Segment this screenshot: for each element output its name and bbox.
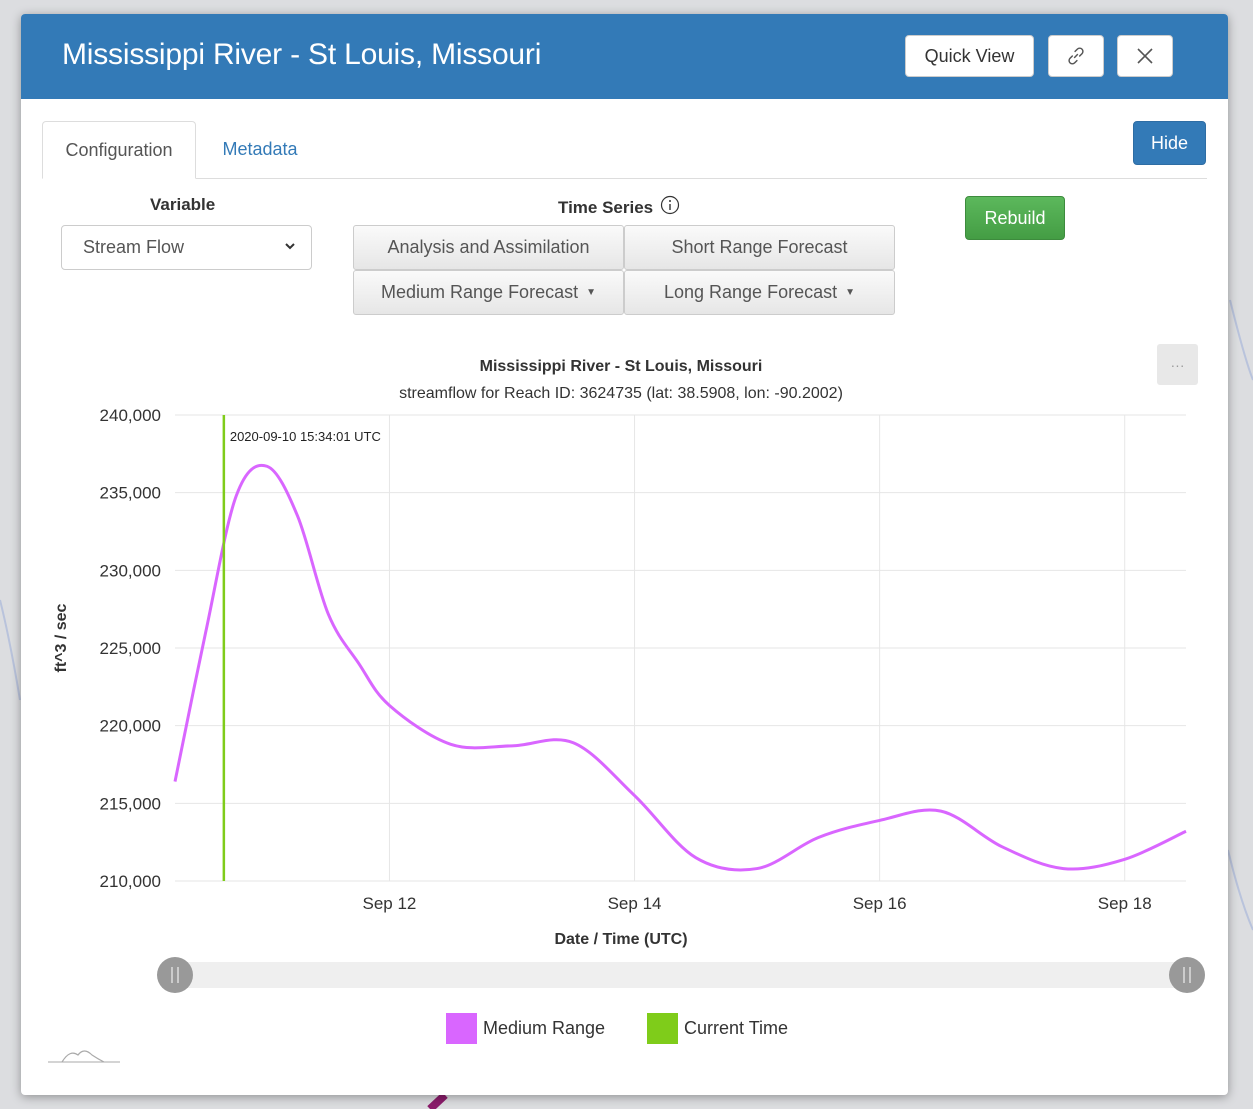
x-axis-ticks: Sep 12 Sep 14 Sep 16 Sep 18	[363, 894, 1152, 913]
y-tick-label: 220,000	[100, 717, 161, 736]
link-icon	[1068, 47, 1084, 65]
medium-range-label: Medium Range Forecast	[381, 282, 579, 302]
variable-select-value: Stream Flow	[83, 237, 185, 257]
x-tick-label: Sep 12	[363, 894, 417, 913]
modal-title: Mississippi River - St Louis, Missouri	[62, 38, 542, 71]
y-axis-ticks: 240,000 235,000 230,000 225,000 220,000 215,0…	[100, 406, 161, 891]
logo-icon	[48, 1050, 120, 1063]
y-tick-label: 230,000	[100, 561, 161, 580]
chart-grid	[175, 414, 1186, 882]
long-range-forecast-button[interactable]: Long Range Forecast ▼	[624, 270, 895, 315]
y-tick-label: 225,000	[100, 639, 161, 658]
y-tick-label: 240,000	[100, 406, 161, 425]
x-tick-label: Sep 18	[1098, 894, 1152, 913]
legend-swatch-current-time[interactable]	[647, 1013, 678, 1044]
y-axis-label: ft^3 / sec	[53, 603, 70, 672]
range-slider-right-handle[interactable]	[1169, 957, 1205, 993]
caret-down-icon: ▼	[845, 287, 855, 298]
range-slider-left-handle[interactable]	[157, 957, 193, 993]
chart-subtitle: streamflow for Reach ID: 3624735 (lat: 3…	[399, 385, 843, 402]
series-line-medium-range[interactable]	[173, 463, 1187, 872]
legend-label-medium-range[interactable]: Medium Range	[483, 1018, 605, 1038]
y-tick-label: 215,000	[100, 794, 161, 813]
hydrograph-modal: Mississippi River - St Louis, Missouri Q…	[21, 14, 1228, 1095]
close-icon	[1137, 48, 1153, 64]
quick-view-button[interactable]: Quick View	[905, 35, 1034, 77]
analysis-assimilation-button[interactable]: Analysis and Assimilation	[353, 225, 624, 270]
tab-configuration[interactable]: Configuration	[42, 121, 196, 179]
hydrograph-chart: Mississippi River - St Louis, Missouri s…	[53, 358, 1205, 1044]
range-slider-track[interactable]	[175, 962, 1205, 988]
variable-label: Variable	[150, 195, 216, 214]
link-button[interactable]	[1048, 35, 1104, 77]
time-series-label-text: Time Series	[558, 198, 654, 217]
rebuild-button[interactable]: Rebuild	[965, 196, 1065, 240]
tab-metadata[interactable]: Metadata	[205, 121, 315, 178]
x-tick-label: Sep 16	[853, 894, 907, 913]
caret-down-icon: ▼	[586, 287, 596, 298]
chart-legend: Medium Range Current Time	[446, 1013, 788, 1044]
range-slider[interactable]	[157, 957, 1205, 993]
hide-button[interactable]: Hide	[1133, 121, 1206, 165]
legend-swatch-medium-range[interactable]	[446, 1013, 477, 1044]
chart-title: Mississippi River - St Louis, Missouri	[480, 358, 763, 375]
tab-bar: Configuration Metadata	[42, 121, 1207, 179]
chevron-down-icon	[285, 243, 295, 250]
x-axis-label: Date / Time (UTC)	[554, 931, 687, 948]
short-range-forecast-button[interactable]: Short Range Forecast	[624, 225, 895, 270]
long-range-label: Long Range Forecast	[663, 282, 838, 302]
current-time-label: 2020-09-10 15:34:01 UTC	[230, 429, 381, 444]
close-button[interactable]	[1117, 35, 1173, 77]
info-icon[interactable]	[660, 195, 680, 215]
y-tick-label: 210,000	[100, 872, 161, 891]
variable-select[interactable]: Stream Flow	[61, 225, 312, 270]
medium-range-forecast-button[interactable]: Medium Range Forecast ▼	[353, 270, 624, 315]
y-tick-label: 235,000	[100, 484, 161, 503]
legend-label-current-time[interactable]: Current Time	[684, 1018, 788, 1038]
time-series-label: Time Series	[558, 195, 680, 218]
x-tick-label: Sep 14	[608, 894, 662, 913]
modal-header: Mississippi River - St Louis, Missouri Q…	[21, 14, 1228, 99]
